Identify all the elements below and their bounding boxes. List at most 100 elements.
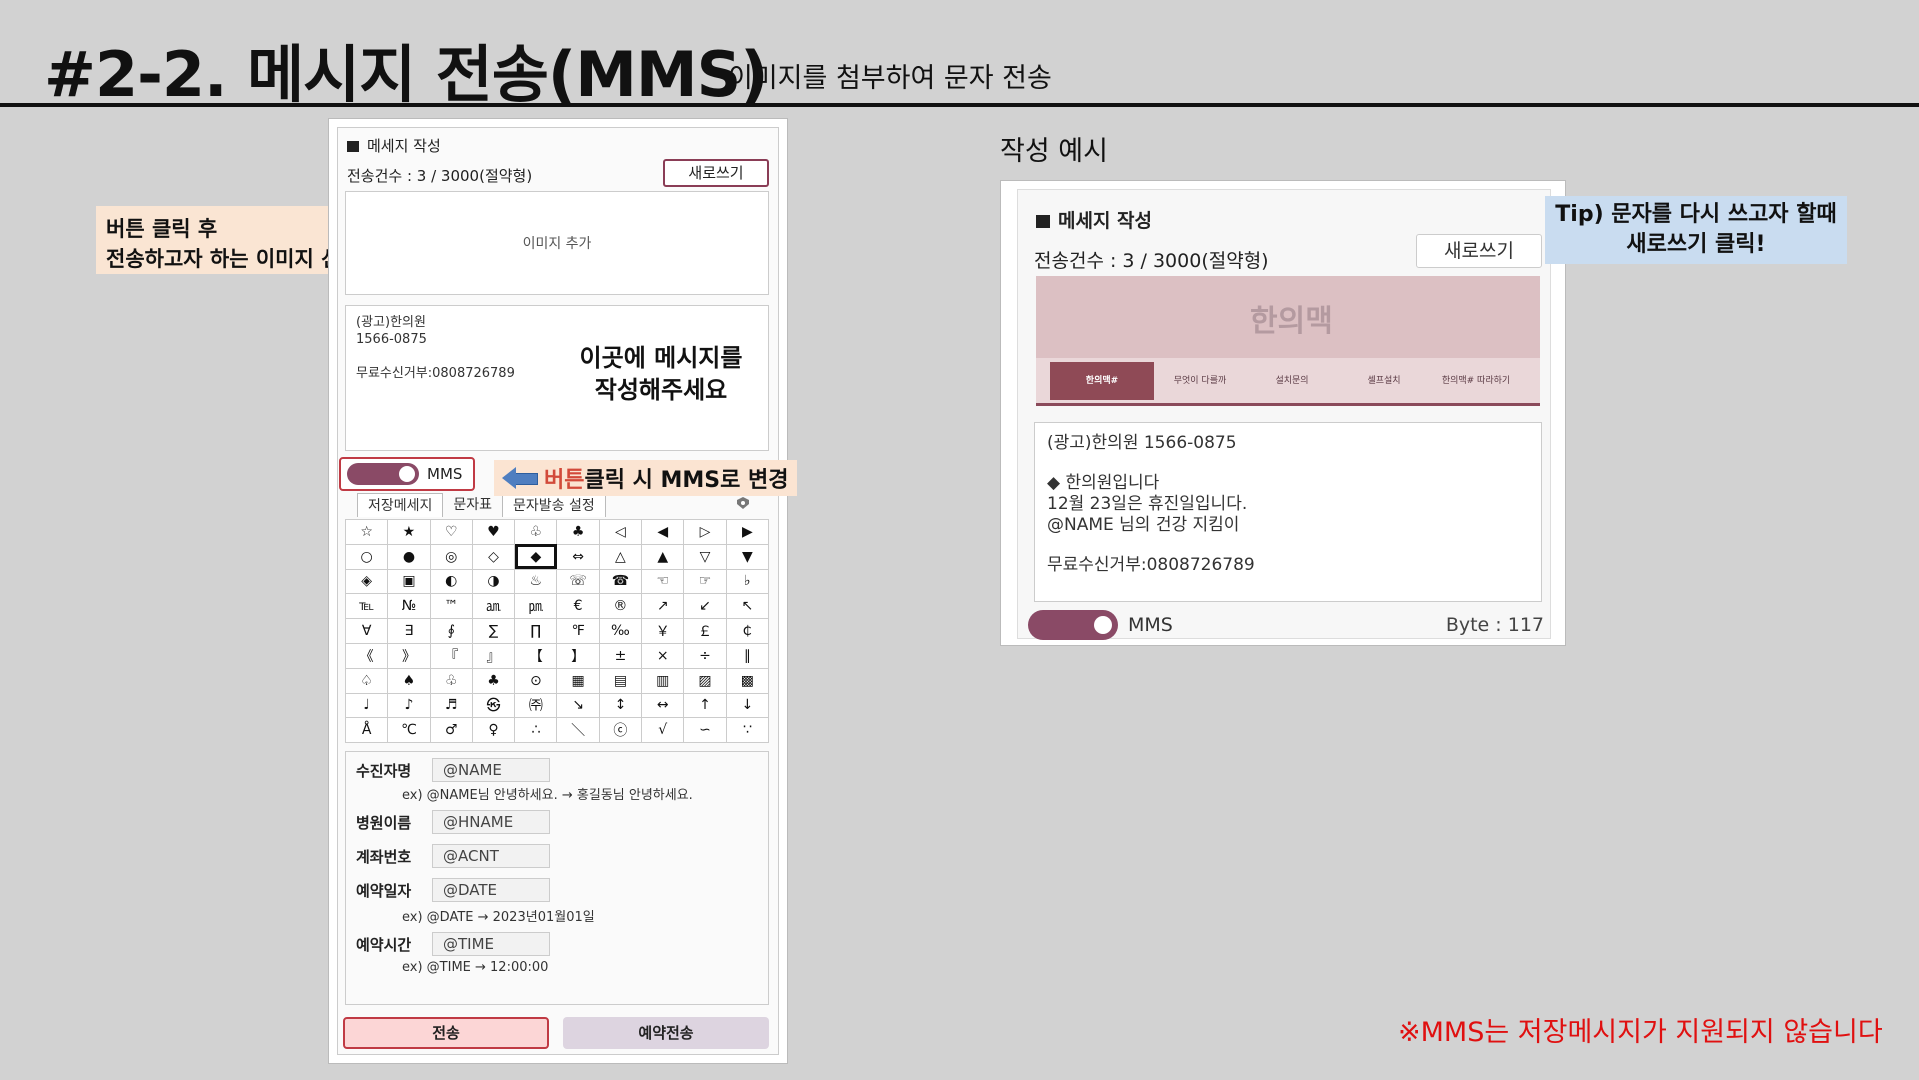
symbol-cell[interactable]: ♥ (471, 519, 516, 545)
symbol-cell[interactable]: ▩ (725, 667, 770, 694)
symbol-cell[interactable]: ♭ (725, 568, 770, 595)
symbol-cell[interactable]: ♤ (344, 667, 389, 694)
variable-account-field[interactable]: @ACNT (432, 844, 550, 868)
symbol-cell[interactable]: △ (598, 543, 643, 570)
symbol-cell[interactable]: ♣ (471, 667, 516, 694)
symbol-cell[interactable]: ™ (429, 593, 473, 620)
symbol-cell[interactable]: ↗ (641, 593, 685, 620)
symbol-cell[interactable]: ℡ (344, 593, 389, 620)
symbol-cell[interactable]: ‰ (598, 618, 643, 644)
symbol-cell[interactable]: ▽ (683, 543, 727, 570)
symbol-cell[interactable]: ＼ (556, 717, 600, 744)
example-new-message-button[interactable]: 새로쓰기 (1416, 234, 1542, 268)
symbol-cell[interactable]: ￥ (641, 618, 685, 644)
symbol-cell[interactable]: √ (641, 717, 685, 744)
symbol-cell[interactable]: ⓒ (598, 717, 643, 744)
symbol-cell[interactable]: ♂ (429, 717, 473, 744)
symbol-cell[interactable]: × (641, 642, 685, 669)
symbol-cell[interactable]: ☆ (344, 519, 389, 545)
symbol-cell[interactable]: Å (344, 717, 389, 744)
send-button[interactable]: 전송 (343, 1017, 549, 1049)
symbol-cell[interactable]: ∽ (683, 717, 727, 744)
symbol-cell[interactable]: ↖ (725, 593, 770, 620)
mms-toggle[interactable] (347, 463, 419, 485)
symbol-cell[interactable]: ± (598, 642, 643, 669)
tab-symbols[interactable]: 문자표 (443, 493, 503, 517)
example-message-textarea[interactable]: (광고)한의원 1566-0875 ◆ 한의원입니다 12월 23일은 휴진일입… (1034, 422, 1542, 602)
symbol-cell[interactable]: ◀ (641, 519, 685, 545)
symbol-cell[interactable]: ☞ (683, 568, 727, 595)
symbol-cell[interactable]: ♧ (429, 667, 473, 694)
symbol-cell[interactable]: ￡ (683, 618, 727, 644)
symbol-cell[interactable]: ☏ (556, 568, 600, 595)
symbol-cell[interactable]: ▶ (725, 519, 770, 545)
symbol-cell[interactable]: ∀ (344, 618, 389, 644)
symbol-cell[interactable]: ∃ (387, 618, 431, 644)
symbol-cell[interactable]: ♪ (387, 692, 431, 719)
symbol-cell[interactable]: ∏ (514, 618, 558, 644)
symbol-cell[interactable]: ㈜ (514, 692, 558, 719)
symbol-cell[interactable]: ↓ (725, 692, 770, 719)
symbol-cell[interactable]: 】 (556, 642, 600, 669)
symbol-cell[interactable]: ◎ (429, 543, 473, 570)
symbol-cell[interactable]: ♩ (344, 692, 389, 719)
symbol-cell[interactable]: ◐ (429, 568, 473, 595)
symbol-cell[interactable]: ▦ (556, 667, 600, 694)
symbol-cell[interactable]: ▥ (641, 667, 685, 694)
symbol-cell[interactable]: ↑ (683, 692, 727, 719)
symbol-cell[interactable]: ▤ (598, 667, 643, 694)
symbol-cell[interactable]: ☎ (598, 568, 643, 595)
symbol-cell[interactable]: ☜ (641, 568, 685, 595)
symbol-cell[interactable]: ㏂ (471, 593, 516, 620)
variable-time-field[interactable]: @TIME (432, 932, 550, 956)
symbol-cell[interactable]: ○ (344, 543, 389, 570)
symbol-cell[interactable]: ℃ (387, 717, 431, 744)
symbol-cell[interactable]: ▷ (683, 519, 727, 545)
symbol-cell[interactable]: ⇔ (556, 543, 600, 570)
symbol-cell[interactable]: ◇ (471, 543, 516, 570)
symbol-cell[interactable]: ▣ (387, 568, 431, 595)
symbol-cell[interactable]: 【 (514, 642, 558, 669)
image-add-button[interactable]: 이미지 추가 (345, 191, 769, 295)
symbol-cell[interactable]: ● (387, 543, 431, 570)
symbol-cell[interactable]: ∑ (471, 618, 516, 644)
reserve-send-button[interactable]: 예약전송 (563, 1017, 769, 1049)
symbol-cell[interactable]: ◁ (598, 519, 643, 545)
symbol-cell[interactable]: ♠ (387, 667, 431, 694)
symbol-cell[interactable]: ® (598, 593, 643, 620)
variable-name-field[interactable]: @NAME (432, 758, 550, 782)
symbol-cell[interactable]: ∴ (514, 717, 558, 744)
example-mms-toggle[interactable] (1028, 610, 1118, 640)
symbol-cell[interactable]: 》 (387, 642, 431, 669)
symbol-cell[interactable]: 《 (344, 642, 389, 669)
symbol-cell[interactable]: ♧ (514, 519, 558, 545)
symbol-cell[interactable]: ♣ (556, 519, 600, 545)
symbol-cell[interactable]: ￠ (725, 618, 770, 644)
symbol-cell[interactable]: ◑ (471, 568, 516, 595)
symbol-cell[interactable]: ◆ (514, 543, 558, 570)
symbol-cell[interactable]: ★ (387, 519, 431, 545)
symbol-cell[interactable]: ㏘ (514, 593, 558, 620)
symbol-cell[interactable]: ↙ (683, 593, 727, 620)
symbol-cell[interactable]: ▲ (641, 543, 685, 570)
symbol-cell[interactable]: ℉ (556, 618, 600, 644)
symbol-cell[interactable]: ∮ (429, 618, 473, 644)
symbol-cell[interactable]: ㉿ (471, 692, 516, 719)
symbol-cell[interactable]: ↘ (556, 692, 600, 719)
tab-saved-messages[interactable]: 저장메세지 (357, 493, 444, 517)
symbol-cell[interactable]: ↔ (641, 692, 685, 719)
symbol-cell[interactable]: 』 (471, 642, 516, 669)
symbol-cell[interactable]: ♨ (514, 568, 558, 595)
symbol-cell[interactable]: ◈ (344, 568, 389, 595)
symbol-cell[interactable]: ▼ (725, 543, 770, 570)
symbol-cell[interactable]: ♬ (429, 692, 473, 719)
gear-icon[interactable] (733, 497, 753, 513)
variable-hname-field[interactable]: @HNAME (432, 810, 550, 834)
symbol-cell[interactable]: ÷ (683, 642, 727, 669)
symbol-cell[interactable]: ♀ (471, 717, 516, 744)
symbol-cell[interactable]: ▨ (683, 667, 727, 694)
symbol-cell[interactable]: ↕ (598, 692, 643, 719)
symbol-cell[interactable]: ♡ (429, 519, 473, 545)
tab-send-settings[interactable]: 문자발송 설정 (502, 493, 606, 517)
symbol-cell[interactable]: ∥ (725, 642, 770, 669)
